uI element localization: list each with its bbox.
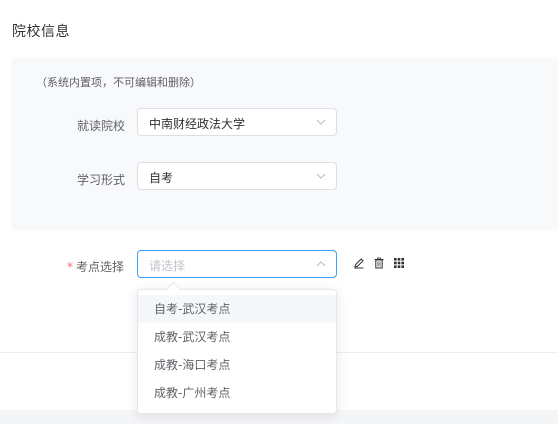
system-fields-panel: （系统内置项，不可编辑和删除） 就读院校 中南财经政法大学 学习形式 自考	[11, 58, 558, 230]
dropdown-option[interactable]: 成教-武汉考点	[138, 323, 336, 351]
exam-site-label-text: 考点选择	[75, 260, 124, 274]
dropdown-option[interactable]: 成教-海口考点	[138, 351, 336, 379]
trash-icon[interactable]	[373, 257, 385, 269]
exam-site-dropdown: 自考-武汉考点 成教-武汉考点 成教-海口考点 成教-广州考点	[137, 281, 337, 414]
exam-site-actions	[353, 257, 405, 269]
school-select[interactable]: 中南财经政法大学	[137, 108, 337, 136]
required-mark: *	[66, 260, 73, 274]
dropdown-option[interactable]: 成教-广州考点	[138, 379, 336, 407]
dropdown-option[interactable]: 自考-武汉考点	[138, 295, 336, 323]
school-select-value: 中南财经政法大学	[149, 117, 246, 131]
school-label: 就读院校	[76, 119, 125, 133]
chevron-up-icon	[316, 259, 326, 269]
section-title: 院校信息	[12, 24, 70, 40]
system-note: （系统内置项，不可编辑和删除）	[36, 76, 201, 89]
exam-site-select[interactable]: 请选择	[137, 250, 337, 278]
study-form-label: 学习形式	[76, 173, 125, 187]
chevron-down-icon	[316, 171, 326, 181]
grid-icon[interactable]	[393, 257, 405, 269]
chevron-down-icon	[316, 117, 326, 127]
exam-site-placeholder: 请选择	[149, 259, 186, 273]
edit-icon[interactable]	[353, 257, 365, 269]
exam-site-label: * 考点选择	[24, 258, 124, 275]
study-form-select-value: 自考	[149, 171, 174, 185]
study-form-select[interactable]: 自考	[137, 162, 337, 190]
